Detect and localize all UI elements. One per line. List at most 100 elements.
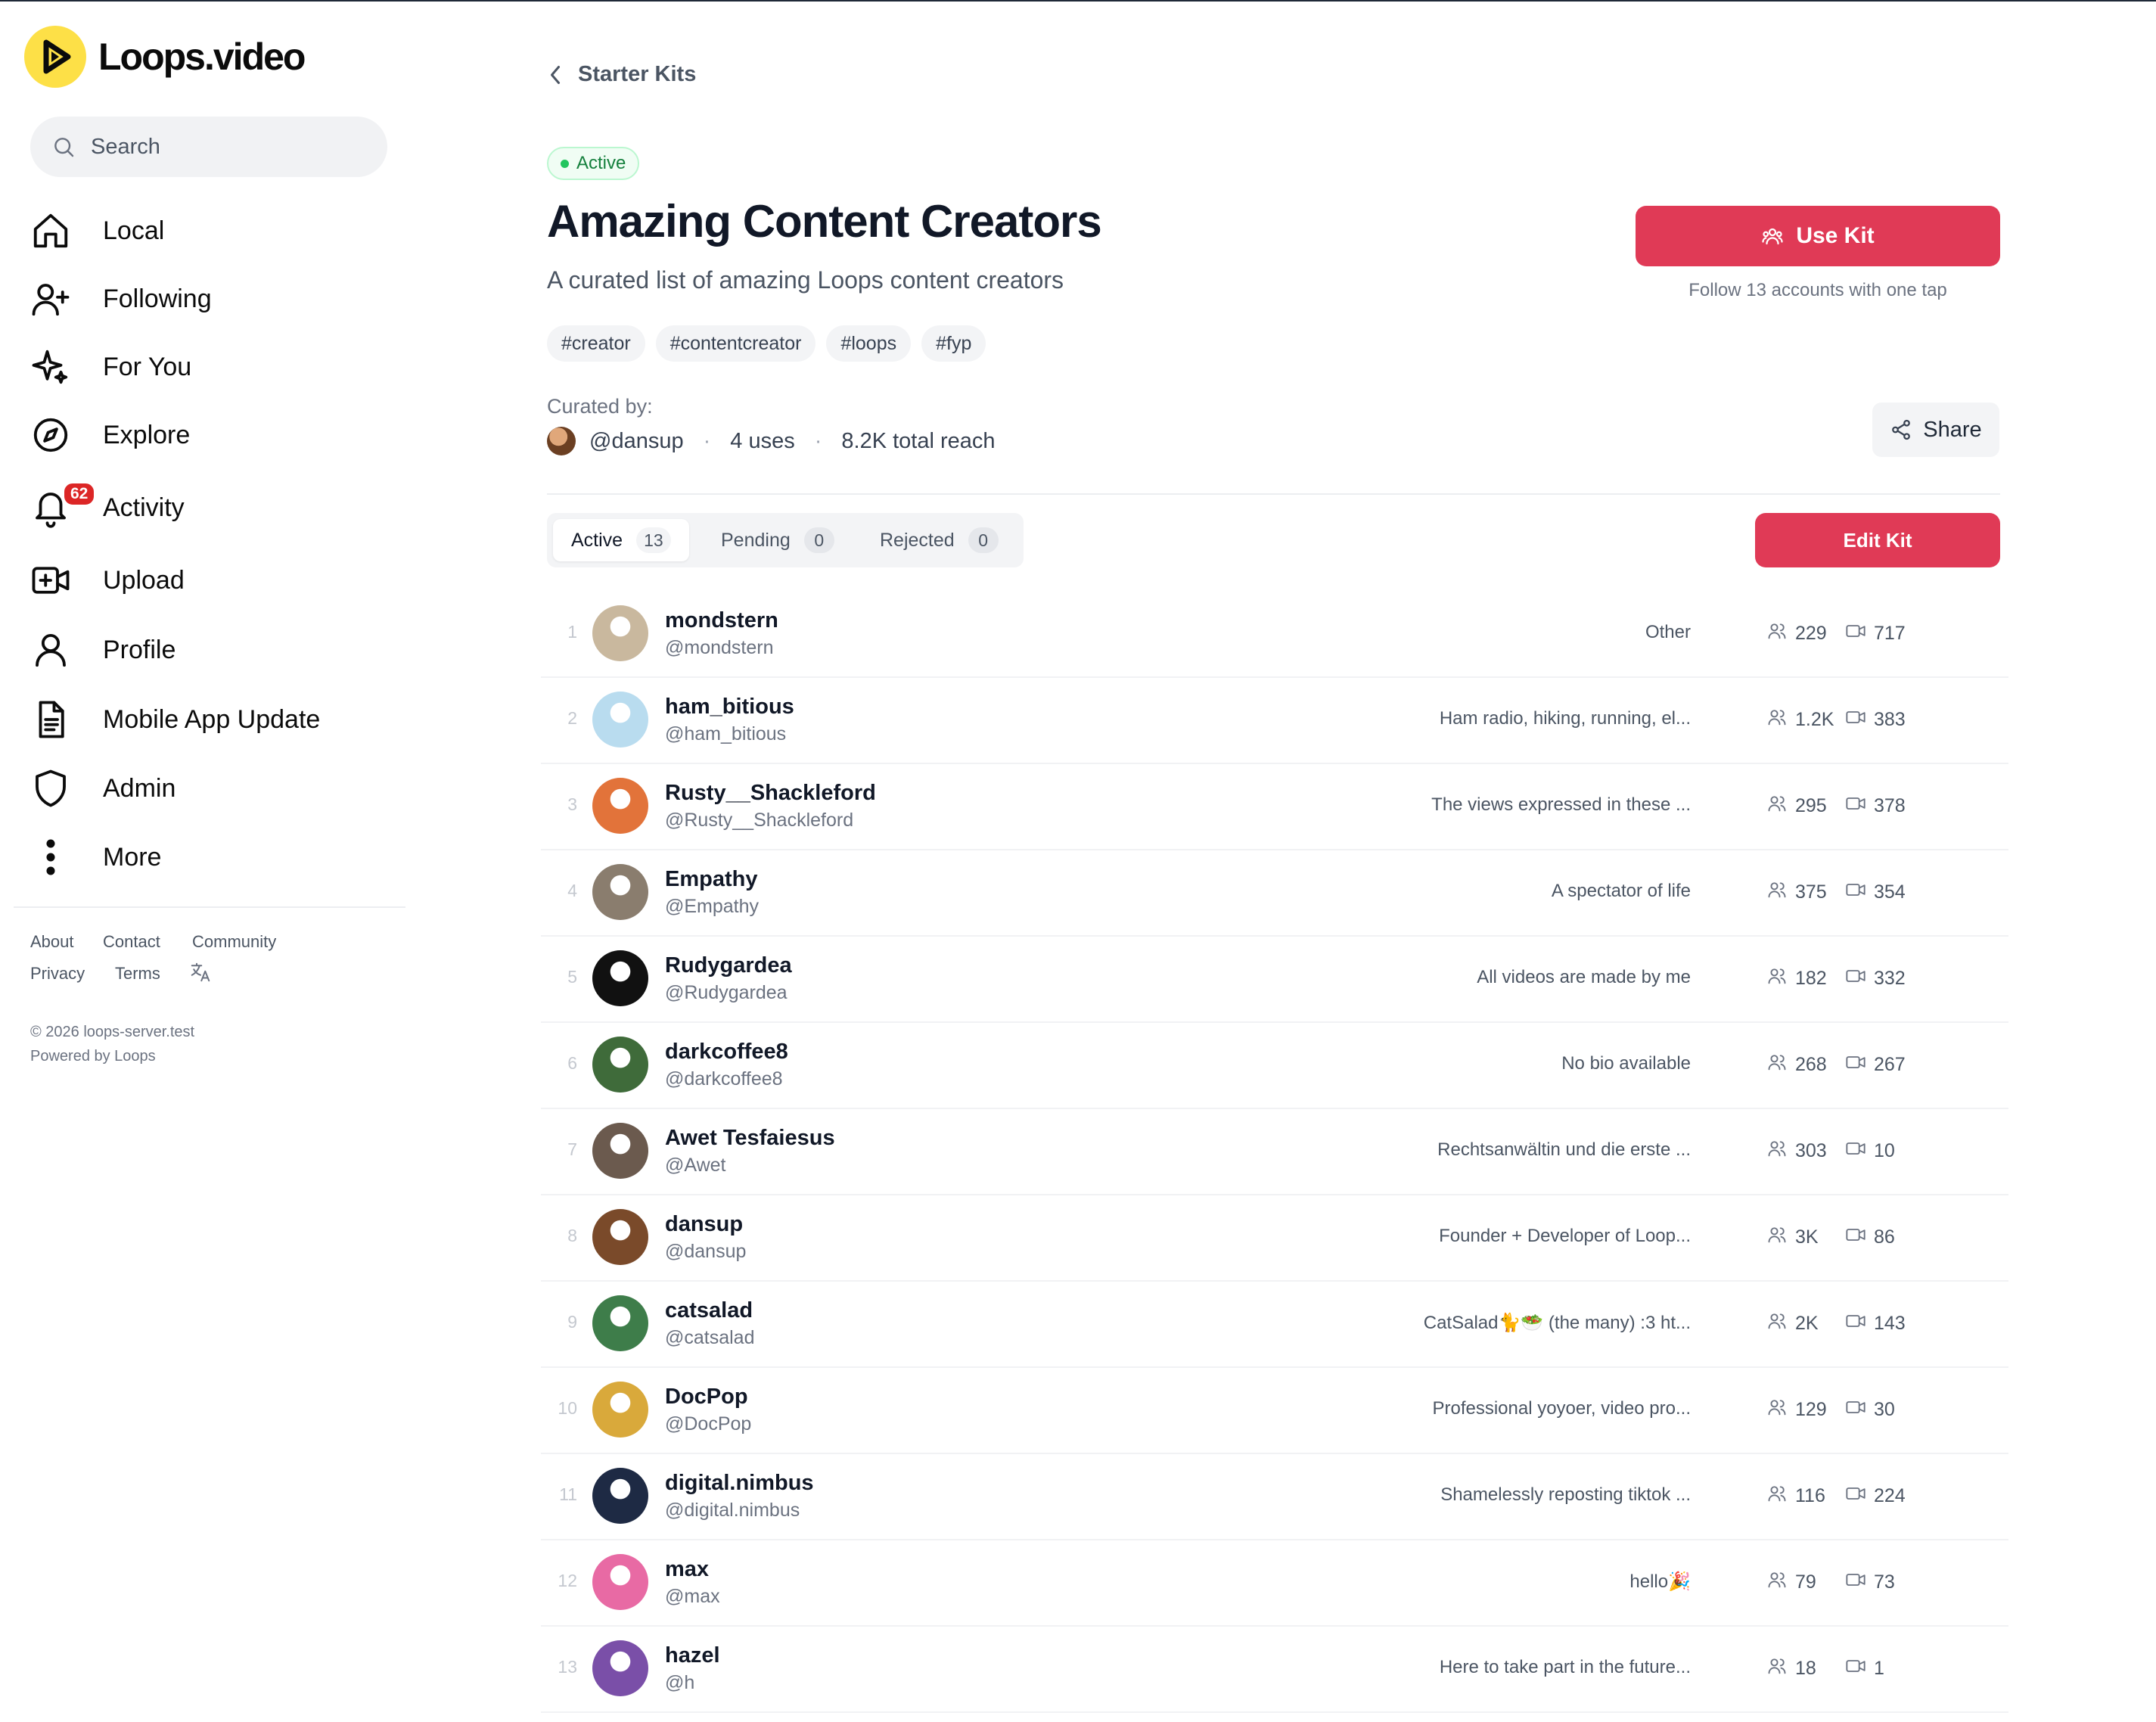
tag-chip[interactable]: #loops (826, 325, 912, 362)
account-row[interactable]: 10 DocPop @DocPop Professional yoyoer, vide… (541, 1368, 2008, 1454)
account-row[interactable]: 11 digital.nimbus @digital.nimbus Shameless… (541, 1454, 2008, 1540)
avatar[interactable] (592, 1123, 648, 1179)
footer-link-community[interactable]: Community (192, 932, 276, 952)
nav-item-local[interactable]: Local (29, 204, 392, 257)
avatar[interactable] (592, 692, 648, 748)
footer-link-contact[interactable]: Contact (103, 932, 160, 952)
account-name[interactable]: max (665, 1557, 709, 1582)
account-row[interactable]: 1 mondstern @mondstern Other 229 717 (541, 592, 2008, 678)
search-input[interactable] (91, 134, 363, 160)
curator-handle[interactable]: @dansup (589, 429, 684, 454)
nav-item-activity[interactable]: 62 Activity (29, 481, 392, 534)
account-name[interactable]: DocPop (665, 1385, 748, 1410)
videos-stat: 73 (1845, 1569, 1895, 1596)
nav-item-following[interactable]: Following (29, 272, 392, 325)
account-bio: No bio available (1561, 1053, 1691, 1074)
tab-pending[interactable]: Pending 0 (703, 519, 853, 561)
nav-item-explore[interactable]: Explore (29, 409, 392, 462)
videos-stat: 378 (1845, 793, 1906, 819)
edit-kit-button[interactable]: Edit Kit (1755, 513, 2000, 567)
tag-chip[interactable]: #contentcreator (655, 325, 816, 362)
nav-item-admin[interactable]: Admin (29, 762, 392, 815)
share-button[interactable]: Share (1872, 403, 1999, 457)
tab-active[interactable]: Active 13 (553, 519, 689, 561)
account-name[interactable]: ham_bitious (665, 695, 794, 720)
account-row[interactable]: 9 catsalad @catsalad CatSalad🐈🥗 (the many) … (541, 1282, 2008, 1368)
avatar[interactable] (592, 605, 648, 661)
account-name[interactable]: dansup (665, 1212, 743, 1237)
tag-chip[interactable]: #fyp (921, 325, 986, 362)
curated-by-label: Curated by: (547, 395, 653, 418)
videos-count: 378 (1874, 795, 1906, 816)
back-link[interactable]: Starter Kits (548, 62, 696, 87)
followers-icon (1766, 1483, 1788, 1509)
account-row[interactable]: 2 ham_bitious @ham_bitious Ham radio, hikin… (541, 678, 2008, 764)
followers-stat: 229 (1766, 620, 1827, 647)
tab-count: 0 (968, 527, 999, 553)
account-bio: hello🎉 (1629, 1571, 1691, 1592)
account-handle: @dansup (665, 1241, 747, 1262)
videos-count: 73 (1874, 1571, 1895, 1593)
user-plus-icon (29, 277, 73, 321)
footer-link-about[interactable]: About (30, 932, 74, 952)
tab-rejected[interactable]: Rejected 0 (862, 519, 1017, 561)
search-bar[interactable] (30, 117, 387, 177)
account-row[interactable]: 4 Empathy @Empathy A spectator of life 375 35… (541, 850, 2008, 937)
avatar[interactable] (592, 1037, 648, 1093)
row-index: 13 (558, 1657, 577, 1677)
account-row[interactable]: 13 hazel @h Here to take part in the future… (541, 1627, 2008, 1713)
brand-logo[interactable]: Loops.video (24, 26, 306, 88)
footer-link-privacy[interactable]: Privacy (30, 964, 85, 984)
avatar[interactable] (592, 1382, 648, 1438)
account-name[interactable]: Rusty__Shackleford (665, 781, 876, 806)
translate-icon[interactable] (189, 961, 212, 988)
tag-chip[interactable]: #creator (547, 325, 645, 362)
account-handle: @max (665, 1586, 720, 1607)
avatar[interactable] (592, 1209, 648, 1265)
account-name[interactable]: digital.nimbus (665, 1471, 814, 1496)
account-name[interactable]: Empathy (665, 867, 757, 892)
videos-stat: 143 (1845, 1310, 1906, 1337)
footer-link-terms[interactable]: Terms (115, 964, 160, 984)
account-row[interactable]: 3 Rusty__Shackleford @Rusty__Shackleford Th… (541, 764, 2008, 850)
account-name[interactable]: hazel (665, 1643, 720, 1668)
avatar[interactable] (592, 864, 648, 920)
nav-item-label: For You (103, 352, 192, 381)
followers-icon (1766, 1052, 1788, 1078)
avatar[interactable] (592, 1468, 648, 1524)
row-index: 5 (567, 967, 577, 987)
account-name[interactable]: Rudygardea (665, 953, 792, 978)
avatar[interactable] (592, 778, 648, 834)
account-row[interactable]: 6 darkcoffee8 @darkcoffee8 No bio available… (541, 1023, 2008, 1109)
powered-by-text: Powered by Loops (30, 1048, 156, 1065)
followers-count: 268 (1795, 1054, 1827, 1075)
account-row[interactable]: 5 Rudygardea @Rudygardea All videos are mad… (541, 937, 2008, 1023)
account-row[interactable]: 7 Awet Tesfaiesus @Awet Rechtsanwältin und … (541, 1109, 2008, 1195)
account-bio: The views expressed in these ... (1431, 794, 1691, 815)
account-row[interactable]: 12 max @max hello🎉 79 73 (541, 1540, 2008, 1627)
videos-count: 30 (1874, 1399, 1895, 1420)
followers-count: 3K (1795, 1226, 1819, 1248)
curator-avatar[interactable] (547, 427, 576, 455)
nav-item-upload[interactable]: Upload (29, 554, 392, 607)
nav-item-more[interactable]: More (29, 831, 392, 884)
followers-icon (1766, 1655, 1788, 1682)
account-name[interactable]: catsalad (665, 1298, 753, 1323)
account-row[interactable]: 8 dansup @dansup Founder + Developer of Loo… (541, 1195, 2008, 1282)
videos-stat: 86 (1845, 1224, 1895, 1251)
avatar[interactable] (592, 950, 648, 1006)
account-name[interactable]: mondstern (665, 608, 778, 633)
row-index: 6 (567, 1053, 577, 1073)
nav-item-mobile-app-update[interactable]: Mobile App Update (29, 693, 392, 746)
use-kit-button[interactable]: Use Kit (1636, 206, 2000, 266)
account-name[interactable]: darkcoffee8 (665, 1040, 788, 1065)
nav-item-profile[interactable]: Profile (29, 623, 392, 676)
avatar[interactable] (592, 1640, 648, 1696)
user-icon (29, 628, 73, 672)
account-handle: @DocPop (665, 1413, 752, 1434)
avatar[interactable] (592, 1554, 648, 1610)
account-name[interactable]: Awet Tesfaiesus (665, 1126, 835, 1151)
avatar[interactable] (592, 1295, 648, 1351)
nav-item-for-you[interactable]: For You (29, 340, 392, 393)
followers-count: 116 (1795, 1485, 1825, 1506)
